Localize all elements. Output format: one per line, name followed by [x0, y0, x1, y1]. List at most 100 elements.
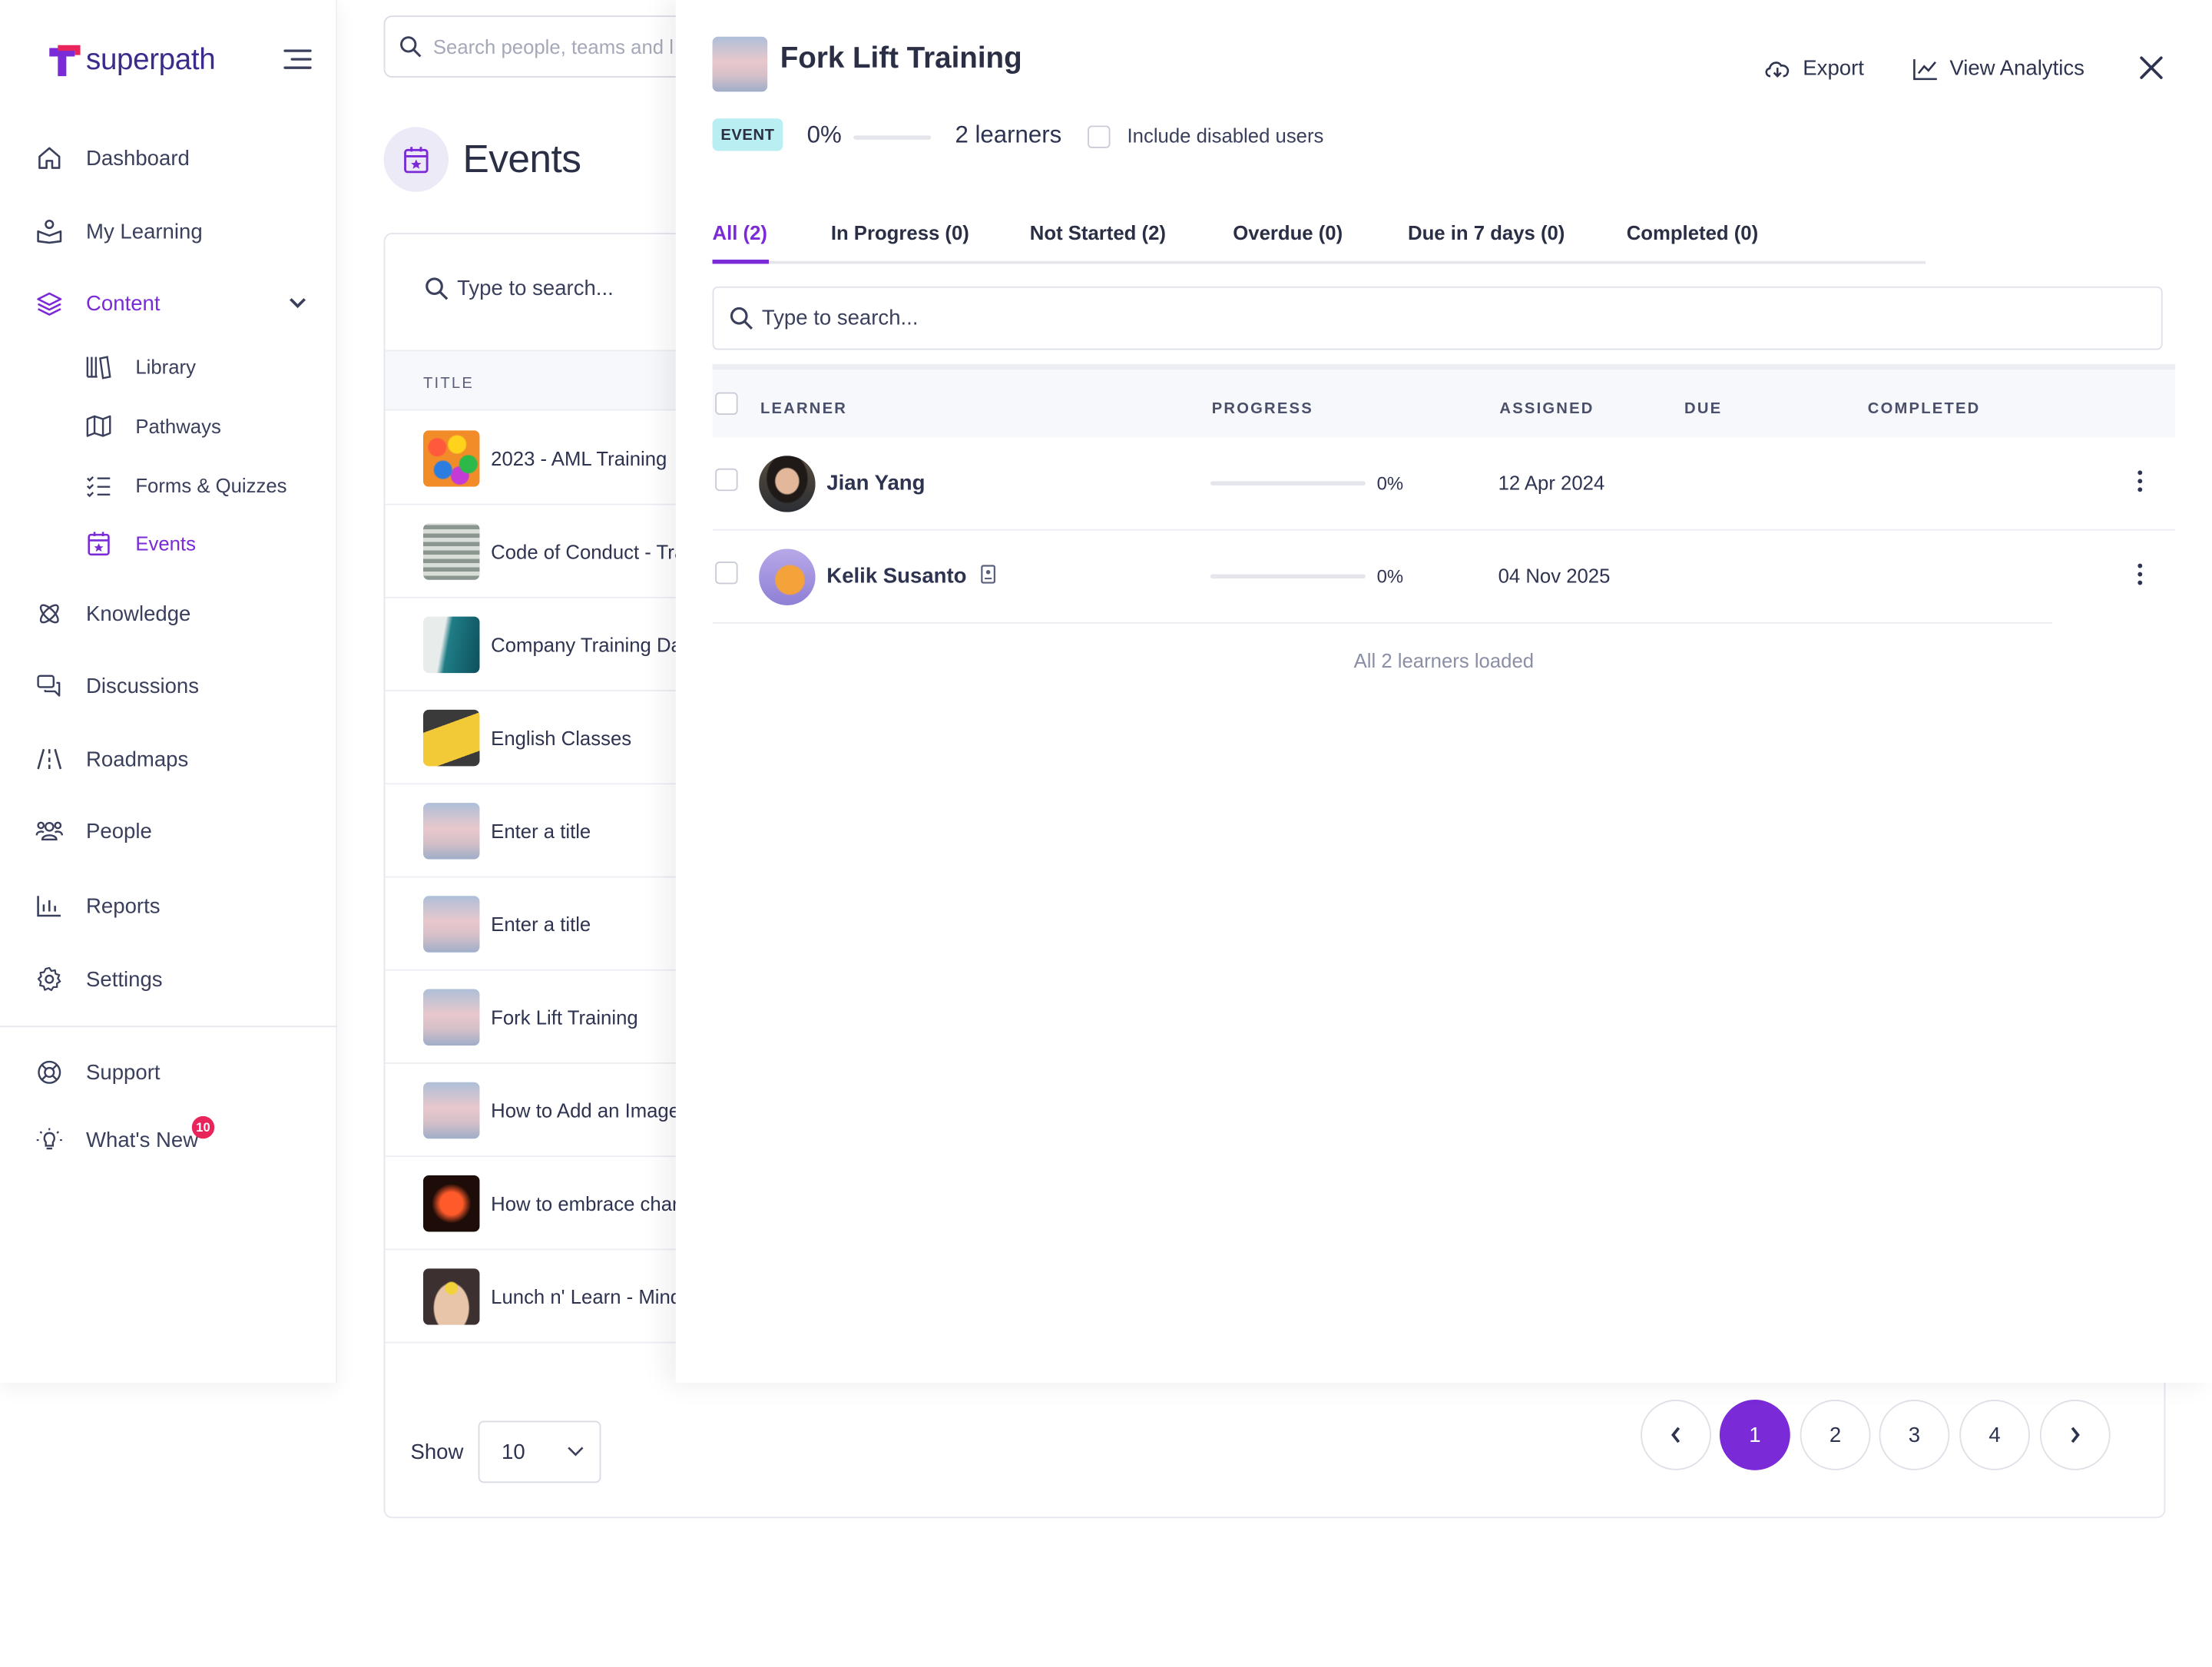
page-size-select[interactable]: 10	[477, 1420, 601, 1483]
sidebar-item-settings[interactable]: Settings	[35, 963, 163, 996]
tab-overdue[interactable]: Overdue (0)	[1233, 221, 1343, 244]
chevron-down-icon	[567, 1447, 583, 1457]
event-detail-panel: Fork Lift Training Export View Analytics…	[675, 0, 2212, 1383]
learner-progress-bar	[1210, 481, 1366, 486]
layers-icon	[35, 290, 64, 318]
view-analytics-label: View Analytics	[1949, 56, 2085, 81]
sidebar-item-content[interactable]: Content	[35, 287, 306, 320]
pagination-page-3[interactable]: 3	[1879, 1400, 1950, 1470]
event-title: Enter a title	[491, 912, 591, 935]
events-search-input[interactable]: Type to search...	[425, 277, 614, 300]
sidebar-item-dashboard[interactable]: Dashboard	[35, 141, 190, 175]
sidebar-subitem-label: Forms & Quizzes	[135, 474, 287, 497]
sidebar-item-people[interactable]: People	[35, 814, 152, 848]
event-title: Lunch n' Learn - Mind	[491, 1284, 682, 1307]
column-header-completed[interactable]: COMPLETED	[1868, 401, 1981, 418]
learner-search-input[interactable]: Type to search...	[712, 286, 2163, 350]
sidebar-item-reports[interactable]: Reports	[35, 889, 161, 923]
app: superpath Dashboard My Learning Content …	[0, 0, 2212, 1667]
collapse-menu-icon[interactable]	[283, 48, 312, 70]
notification-badge: 10	[191, 1115, 215, 1139]
lightbulb-icon	[35, 1126, 64, 1155]
learner-filter-tabs: All (2) In Progress (0) Not Started (2) …	[712, 219, 1926, 264]
row-checkbox[interactable]	[715, 468, 738, 492]
road-icon	[35, 745, 64, 774]
tab-due-7-days[interactable]: Due in 7 days (0)	[1408, 221, 1565, 244]
sidebar-item-roadmaps[interactable]: Roadmaps	[35, 742, 188, 776]
sidebar-item-label: Discussions	[86, 674, 200, 698]
event-thumbnail	[423, 802, 480, 859]
more-options-icon[interactable]	[2133, 562, 2147, 587]
sidebar-item-whats-new[interactable]: What's New	[35, 1123, 198, 1157]
column-header-due[interactable]: DUE	[1684, 401, 1722, 418]
page: superpath Dashboard My Learning Content …	[0, 0, 2212, 1667]
home-icon	[35, 144, 64, 172]
row-checkbox[interactable]	[715, 562, 738, 585]
pagination-page-2[interactable]: 2	[1800, 1400, 1871, 1470]
search-icon	[426, 277, 449, 300]
event-thumbnail	[712, 36, 768, 92]
tab-in-progress[interactable]: In Progress (0)	[831, 221, 969, 244]
chevron-right-icon	[2071, 1427, 2080, 1443]
more-options-icon[interactable]	[2133, 469, 2147, 494]
learning-icon	[35, 217, 64, 246]
sidebar-subitem-forms-quizzes[interactable]: Forms & Quizzes	[86, 470, 287, 501]
sidebar-item-support[interactable]: Support	[35, 1056, 161, 1089]
table-row[interactable]: Kelik Susanto 0% 04 Nov 2025	[712, 531, 2053, 624]
sidebar-item-label: Settings	[86, 967, 163, 992]
sidebar-subitem-pathways[interactable]: Pathways	[86, 410, 221, 441]
column-header-learner[interactable]: LEARNER	[760, 401, 847, 418]
include-disabled-checkbox[interactable]	[1088, 125, 1111, 148]
sidebar-subitem-label: Library	[135, 355, 196, 379]
sidebar-subitem-library[interactable]: Library	[86, 351, 196, 382]
select-all-checkbox[interactable]	[715, 392, 738, 415]
checklist-icon	[86, 472, 111, 498]
learner-name[interactable]: Kelik Susanto	[826, 565, 996, 588]
pagination-prev-button[interactable]	[1641, 1400, 1711, 1470]
search-icon	[730, 307, 753, 330]
search-icon	[400, 36, 422, 58]
column-header-progress[interactable]: PROGRESS	[1212, 401, 1313, 418]
sidebar-item-knowledge[interactable]: Knowledge	[35, 597, 190, 631]
show-label: Show	[410, 1440, 464, 1464]
pagination-next-button[interactable]	[2039, 1400, 2111, 1470]
pagination-page-4[interactable]: 4	[1959, 1400, 2031, 1470]
sidebar-item-label: Knowledge	[86, 602, 191, 626]
learner-count: 2 learners	[955, 121, 1062, 148]
gear-icon	[35, 965, 64, 993]
learner-search-placeholder: Type to search...	[761, 306, 919, 330]
overall-progress-bar	[853, 135, 932, 140]
global-search-input[interactable]: Search people, teams and l	[383, 15, 694, 78]
id-card-icon	[981, 565, 996, 584]
tab-not-started[interactable]: Not Started (2)	[1030, 221, 1166, 244]
sidebar-divider	[0, 1026, 337, 1028]
include-disabled-label: Include disabled users	[1127, 124, 1324, 147]
superpath-logo-icon	[49, 45, 81, 77]
column-header-assigned[interactable]: ASSIGNED	[1499, 401, 1594, 418]
event-title: English Classes	[491, 725, 632, 749]
sidebar-item-discussions[interactable]: Discussions	[35, 669, 199, 703]
learner-name[interactable]: Jian Yang	[826, 471, 925, 495]
logo[interactable]: superpath	[47, 42, 216, 79]
page-title: Events	[462, 137, 581, 181]
calendar-star-icon	[404, 147, 429, 174]
event-title: Company Training Da	[491, 632, 682, 656]
pagination-page-1[interactable]: 1	[1719, 1400, 1790, 1470]
view-analytics-button[interactable]: View Analytics	[1913, 56, 2085, 81]
sidebar-subitem-events[interactable]: Events	[86, 528, 196, 558]
chevron-down-icon[interactable]	[290, 297, 306, 310]
event-title: Code of Conduct - Tra	[491, 539, 686, 562]
event-thumbnail	[423, 988, 480, 1046]
learner-assigned-date: 12 Apr 2024	[1498, 471, 1605, 494]
table-row[interactable]: Jian Yang 0% 12 Apr 2024	[712, 437, 2176, 531]
cloud-download-icon	[1765, 61, 1790, 78]
tab-completed[interactable]: Completed (0)	[1627, 221, 1758, 244]
chevron-left-icon	[1671, 1427, 1681, 1443]
event-thumbnail	[423, 708, 480, 766]
chat-icon	[35, 671, 64, 700]
tab-all[interactable]: All (2)	[713, 221, 767, 244]
sidebar-item-my-learning[interactable]: My Learning	[35, 214, 203, 248]
export-button[interactable]: Export	[1763, 56, 1864, 81]
close-icon[interactable]	[2137, 54, 2166, 82]
events-search-placeholder: Type to search...	[457, 276, 614, 301]
